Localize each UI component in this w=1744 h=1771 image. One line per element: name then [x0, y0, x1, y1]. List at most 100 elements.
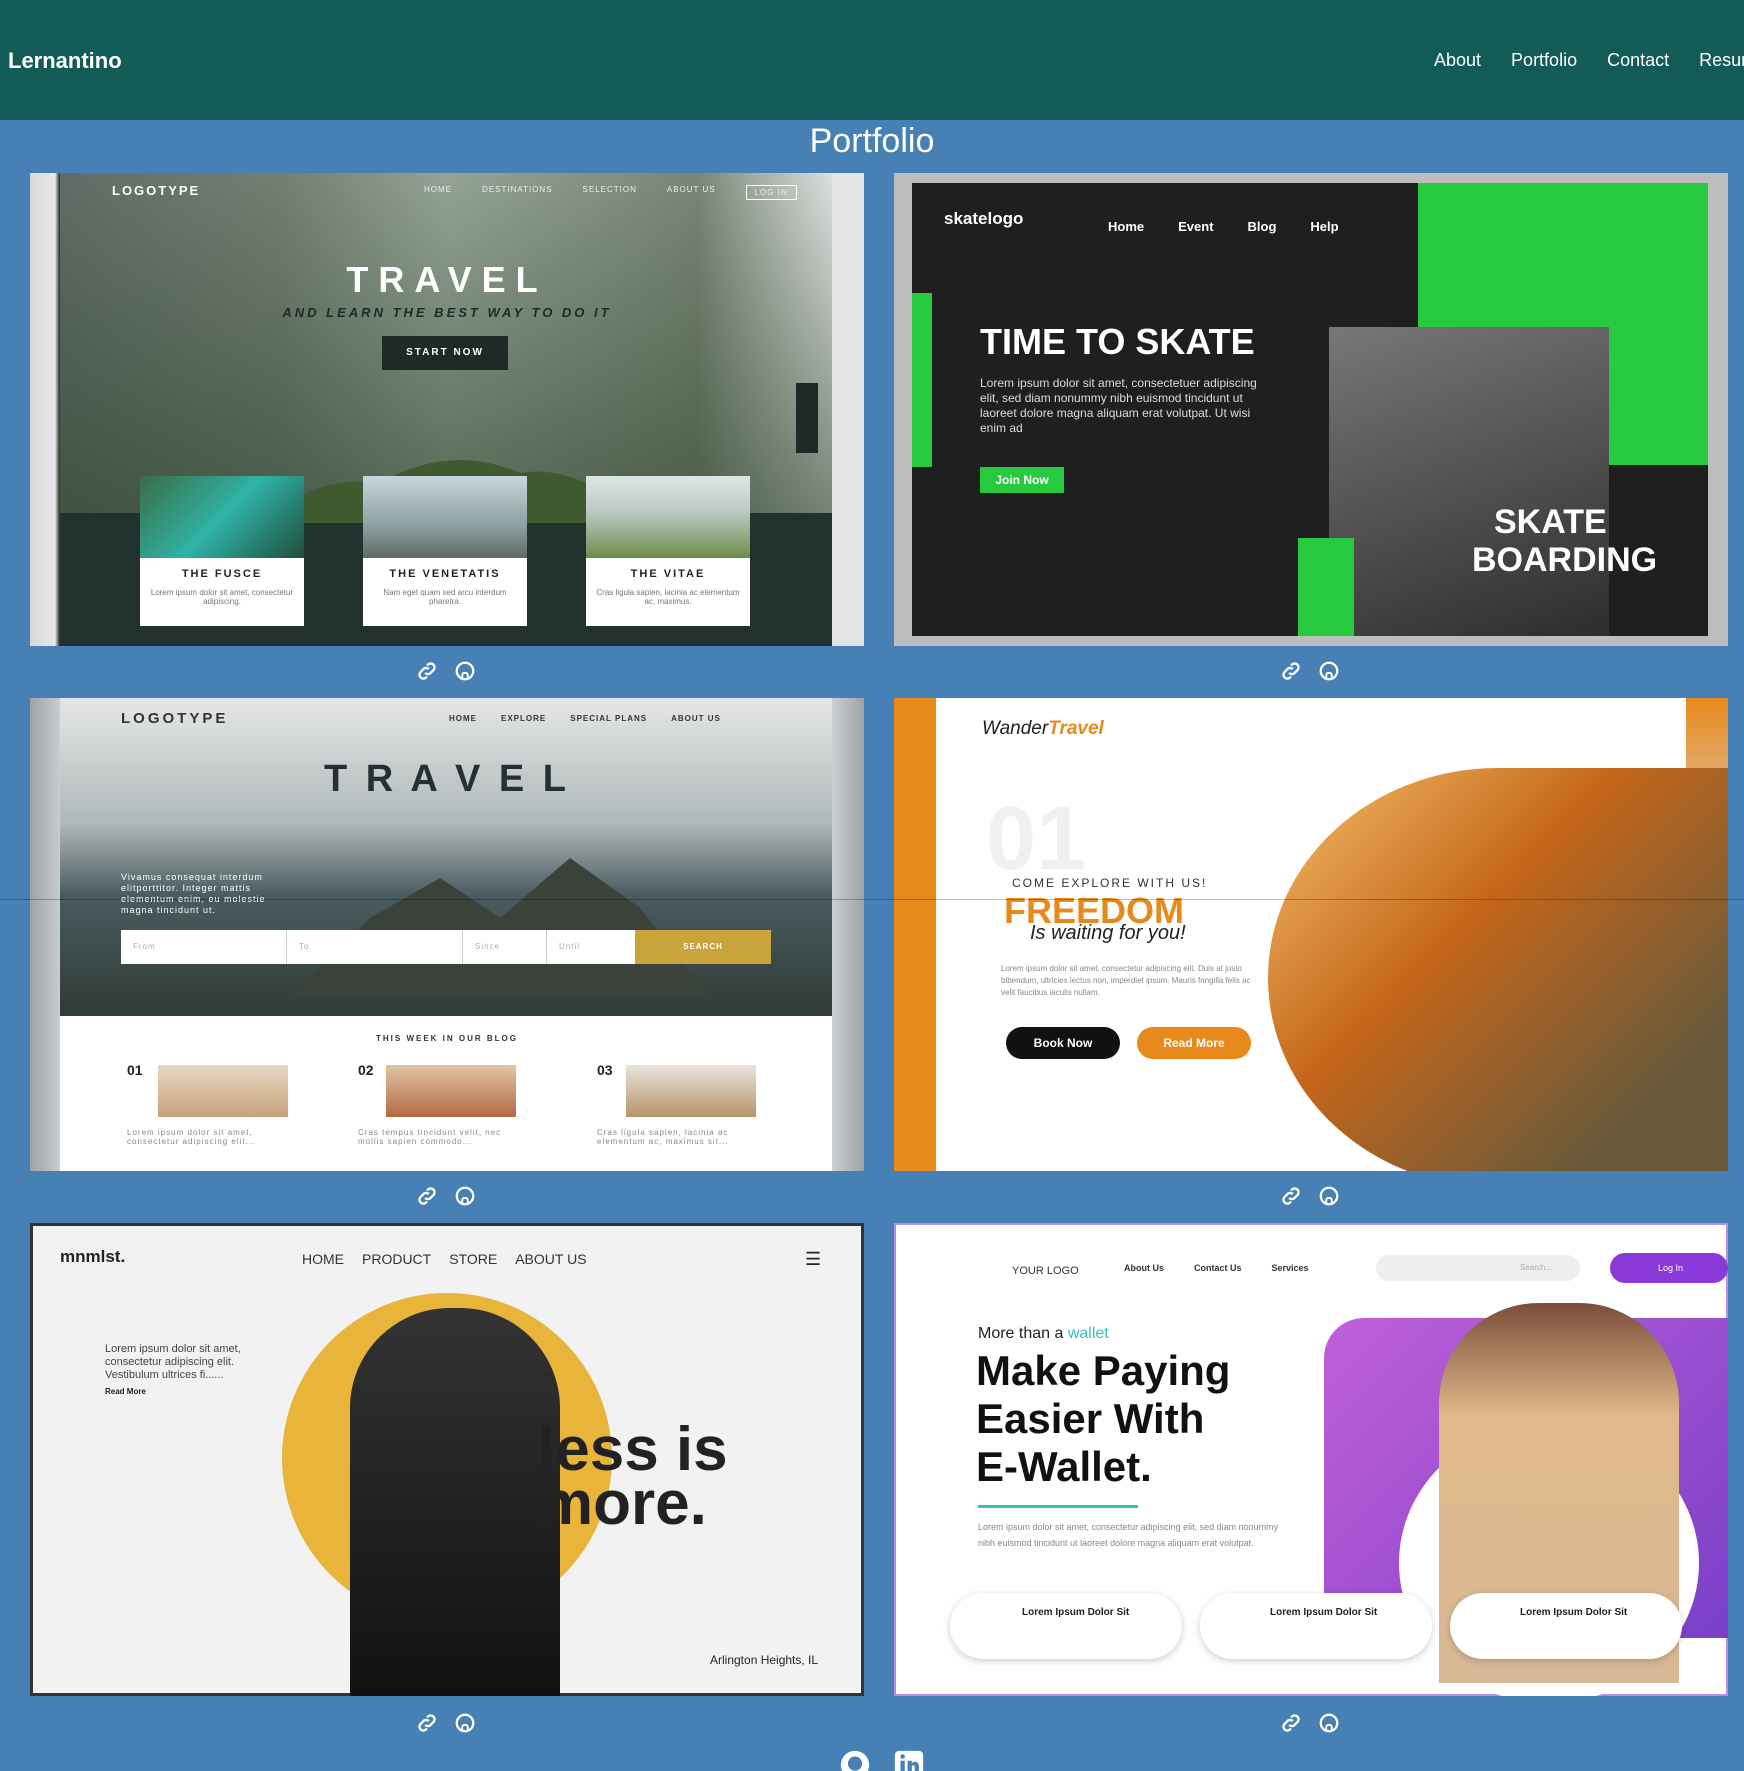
link-icon[interactable] [416, 1712, 438, 1734]
github-icon[interactable] [454, 1712, 476, 1734]
read-more-button: Read More [1137, 1027, 1251, 1059]
project-travel-1[interactable]: LOGOTYPE HOME DESTINATIONS SELECTION ABO… [30, 173, 864, 646]
hero-text: Lorem ipsum dolor sit amet, consectetur … [1001, 964, 1251, 997]
search-button: SEARCH [635, 930, 771, 964]
card-text: Lorem ipsum dolor sit amet, consectetur … [150, 588, 294, 606]
to-field: To [287, 930, 463, 964]
read-more-link: Read More [105, 1387, 146, 1396]
nav-explore: EXPLORE [501, 714, 547, 723]
side-text-1: SKATE [1494, 503, 1607, 541]
nav-services: Services [1271, 1263, 1309, 1273]
brand-name[interactable]: Lernantino [8, 48, 122, 74]
nav-store: STORE [449, 1251, 498, 1267]
join-now-button: Join Now [980, 467, 1064, 493]
github-icon[interactable] [454, 660, 476, 682]
book-now-button: Book Now [1006, 1027, 1120, 1059]
github-icon[interactable] [1318, 1185, 1340, 1207]
search-bar: From To Since Until SEARCH [121, 930, 771, 964]
link-icon[interactable] [1280, 1712, 1302, 1734]
blog-image [386, 1065, 516, 1117]
github-icon[interactable] [454, 1185, 476, 1207]
logo: LOGOTYPE [112, 183, 201, 198]
portrait [350, 1308, 560, 1696]
logo: mnmlst. [60, 1247, 126, 1266]
project-links [416, 1712, 476, 1734]
nav-product: PRODUCT [362, 1251, 432, 1267]
feature-card: Lorem Ipsum Dolor Sit [1200, 1593, 1432, 1659]
project-travel-2[interactable]: LOGOTYPE HOME EXPLORE SPECIAL PLANS ABOU… [30, 698, 864, 1171]
logo: YOUR LOGO [1012, 1265, 1079, 1277]
nav-container: About Portfolio Contact Resume [1400, 0, 1744, 120]
logo: skatelogo [944, 209, 1024, 228]
github-icon[interactable] [1318, 660, 1340, 682]
kicker: More than a [978, 1325, 1068, 1342]
project-wander-travel[interactable]: WanderTravel 01 COME EXPLORE WITH US! FR… [894, 698, 1728, 1171]
linkedin-icon[interactable] [892, 1748, 926, 1771]
nav-event: Event [1178, 219, 1214, 234]
nav-about: ABOUT US [515, 1251, 587, 1267]
card-text: Cras ligula sapien, lacinia ac elementum… [596, 588, 740, 606]
link-icon[interactable] [1280, 1185, 1302, 1207]
until-field: Until [559, 942, 581, 951]
nav-resume[interactable]: Resume [1699, 50, 1744, 71]
nav-contact[interactable]: Contact [1607, 50, 1669, 71]
skater-photo [1329, 327, 1609, 636]
card-image [586, 476, 750, 558]
card-title: THE FUSCE [181, 568, 263, 580]
nav-about[interactable]: About [1434, 50, 1481, 71]
nav-help: Help [1310, 219, 1339, 234]
blog-num: 02 [358, 1062, 374, 1078]
hero-text: Vivamus consequat interdum elitporttitor… [121, 872, 266, 915]
blog-num: 03 [597, 1062, 613, 1078]
feature-card: Lorem Ipsum Dolor Sit [950, 1593, 1182, 1659]
location: Arlington Heights, IL [710, 1653, 819, 1667]
login-button: Log In [1610, 1253, 1728, 1283]
github-icon[interactable] [1318, 1712, 1340, 1734]
nav-home: HOME [449, 714, 477, 723]
nav-blog: Blog [1247, 219, 1277, 234]
footer-social [838, 1748, 926, 1771]
destination-card: THE VENETATIS Nam eget quam sed arcu int… [363, 476, 527, 626]
hero-title: T R A V E L [324, 758, 570, 800]
blog-image [626, 1065, 756, 1117]
project-links [1280, 1185, 1340, 1207]
title-line-2: Easier With [976, 1395, 1205, 1442]
side-text-2: BOARDING [1472, 541, 1658, 579]
kicker-accent: wallet [1067, 1325, 1109, 1342]
link-icon[interactable] [416, 660, 438, 682]
card-image [363, 476, 527, 558]
portfolio-title: Portfolio [809, 122, 935, 160]
nav-destinations: DESTINATIONS [482, 185, 553, 194]
project-links [1280, 660, 1340, 682]
link-icon[interactable] [1280, 660, 1302, 682]
card-text: Nam eget quam sed arcu interdum pharetra… [383, 588, 507, 606]
link-icon[interactable] [416, 1185, 438, 1207]
hero-title: TRAVEL [346, 259, 548, 300]
nav-about: ABOUT US [666, 185, 716, 194]
nav-special-plans: SPECIAL PLANS [570, 714, 648, 723]
social-bar [796, 383, 818, 453]
hero-subtitle: AND LEARN THE BEST WAY TO DO IT [282, 305, 612, 320]
start-now-button: START NOW [382, 336, 508, 370]
divider-line [0, 899, 1744, 900]
since-field: Since [463, 930, 547, 964]
logo-travel: Travel [1048, 718, 1104, 739]
menu-icon: ☰ [805, 1249, 822, 1269]
project-ewallet[interactable]: YOUR LOGO About Us Contact Us Services S… [894, 1223, 1728, 1696]
headline-2: more. [538, 1469, 707, 1538]
nav-portfolio[interactable]: Portfolio [1511, 50, 1577, 71]
hero-text: Lorem ipsum dolor sit amet, consectetur … [105, 1343, 241, 1381]
nav-about: About Us [1124, 1263, 1164, 1273]
project-links [1280, 1712, 1340, 1734]
hero-title: TIME TO SKATE [980, 321, 1255, 362]
blog-title: THIS WEEK IN OUR BLOG [376, 1034, 518, 1043]
blog-text: Cras ligula sapien, lacinia ac elementum… [597, 1128, 729, 1146]
hero-script: Is waiting for you! [1030, 922, 1186, 944]
card-title: THE VITAE [630, 568, 706, 580]
nav-contact: Contact Us [1194, 1263, 1242, 1273]
logo-wander: Wander [982, 718, 1049, 739]
github-icon[interactable] [838, 1748, 872, 1771]
project-mnmlst[interactable]: mnmlst. HOME PRODUCT STORE ABOUT US ☰ Lo… [30, 1223, 864, 1696]
hero-text: Lorem ipsum dolor sit amet, consectetuer… [980, 376, 1257, 435]
project-skate[interactable]: skatelogo Home Event Blog Help TIME TO S… [894, 173, 1728, 646]
